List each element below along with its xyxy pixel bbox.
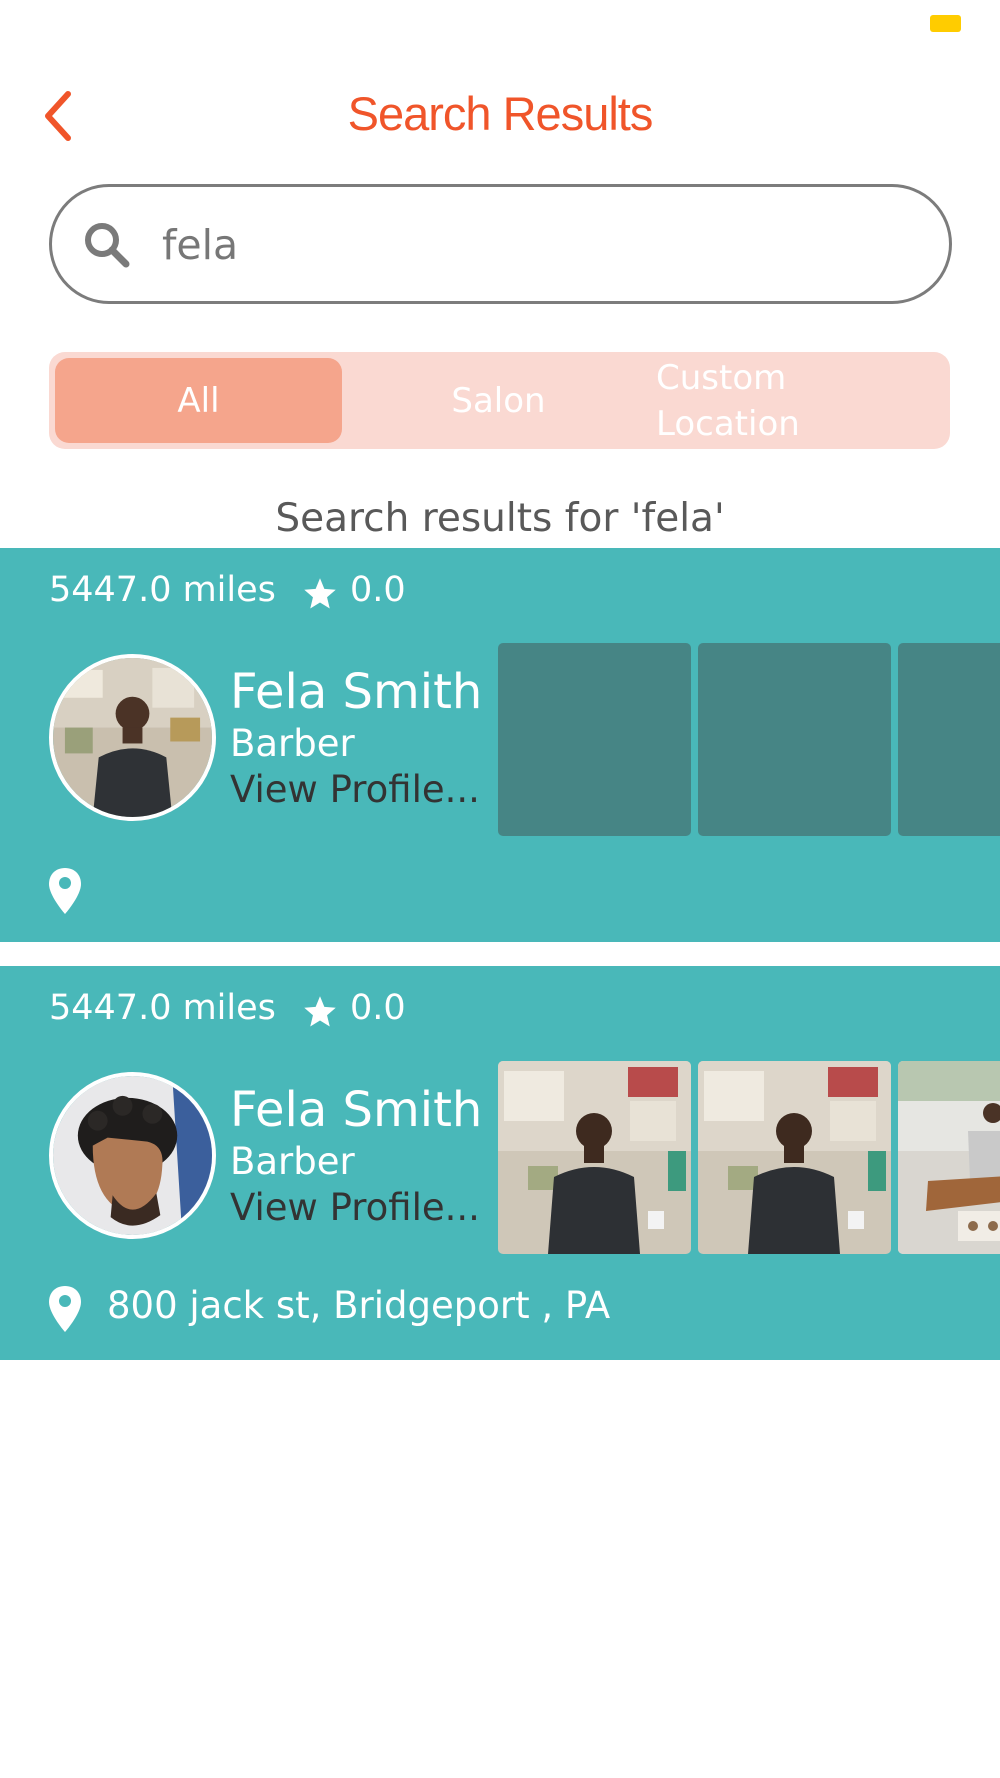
avatar[interactable] — [49, 654, 216, 821]
rating-value: 0.0 — [350, 988, 406, 1028]
tab-salon-label: Salon — [451, 380, 546, 421]
page-title: Search Results — [347, 87, 654, 140]
gallery-photo[interactable] — [498, 1061, 691, 1254]
battery-icon — [930, 15, 961, 32]
location-pin-icon — [49, 1286, 81, 1332]
tab-all-label: All — [177, 380, 220, 421]
tab-custom-location[interactable]: Custom Location — [656, 358, 886, 444]
address-label: 800 jack st, Bridgeport , PA — [107, 1284, 611, 1327]
gallery-photo[interactable] — [898, 1061, 1000, 1254]
location-pin-icon — [49, 868, 81, 914]
gallery-photo[interactable] — [698, 1061, 891, 1254]
result-card[interactable]: 5447.0 miles 0.0 Fela Smith Barber View … — [0, 548, 1000, 942]
filter-segmented-control: All Salon Custom Location — [49, 352, 950, 449]
provider-name: Fela Smith — [230, 664, 483, 720]
portrait-photo — [53, 658, 212, 817]
search-icon — [85, 223, 130, 268]
results-caption: Search results for 'fela' — [275, 496, 725, 541]
provider-role: Barber — [230, 1140, 355, 1183]
result-card[interactable]: 5447.0 miles 0.0 Fela Smith Barber View … — [0, 966, 1000, 1360]
portrait-photo — [53, 1076, 212, 1235]
rating-value: 0.0 — [350, 570, 406, 610]
photo-placeholder[interactable] — [498, 643, 691, 836]
photo-placeholder[interactable] — [698, 643, 891, 836]
distance-label: 5447.0 miles — [49, 570, 276, 610]
view-profile-link[interactable]: View Profile... — [230, 1186, 480, 1229]
tab-salon[interactable]: Salon — [402, 358, 595, 443]
provider-name: Fela Smith — [230, 1082, 483, 1138]
view-profile-link[interactable]: View Profile... — [230, 768, 480, 811]
avatar[interactable] — [49, 1072, 216, 1239]
tab-all[interactable]: All — [55, 358, 342, 443]
star-icon — [304, 996, 336, 1027]
search-input[interactable] — [162, 210, 862, 280]
tab-custom-location-label: Custom Location — [656, 357, 800, 444]
distance-label: 5447.0 miles — [49, 988, 276, 1028]
photo-placeholder[interactable] — [898, 643, 1000, 836]
provider-role: Barber — [230, 722, 355, 765]
star-icon — [304, 578, 336, 609]
